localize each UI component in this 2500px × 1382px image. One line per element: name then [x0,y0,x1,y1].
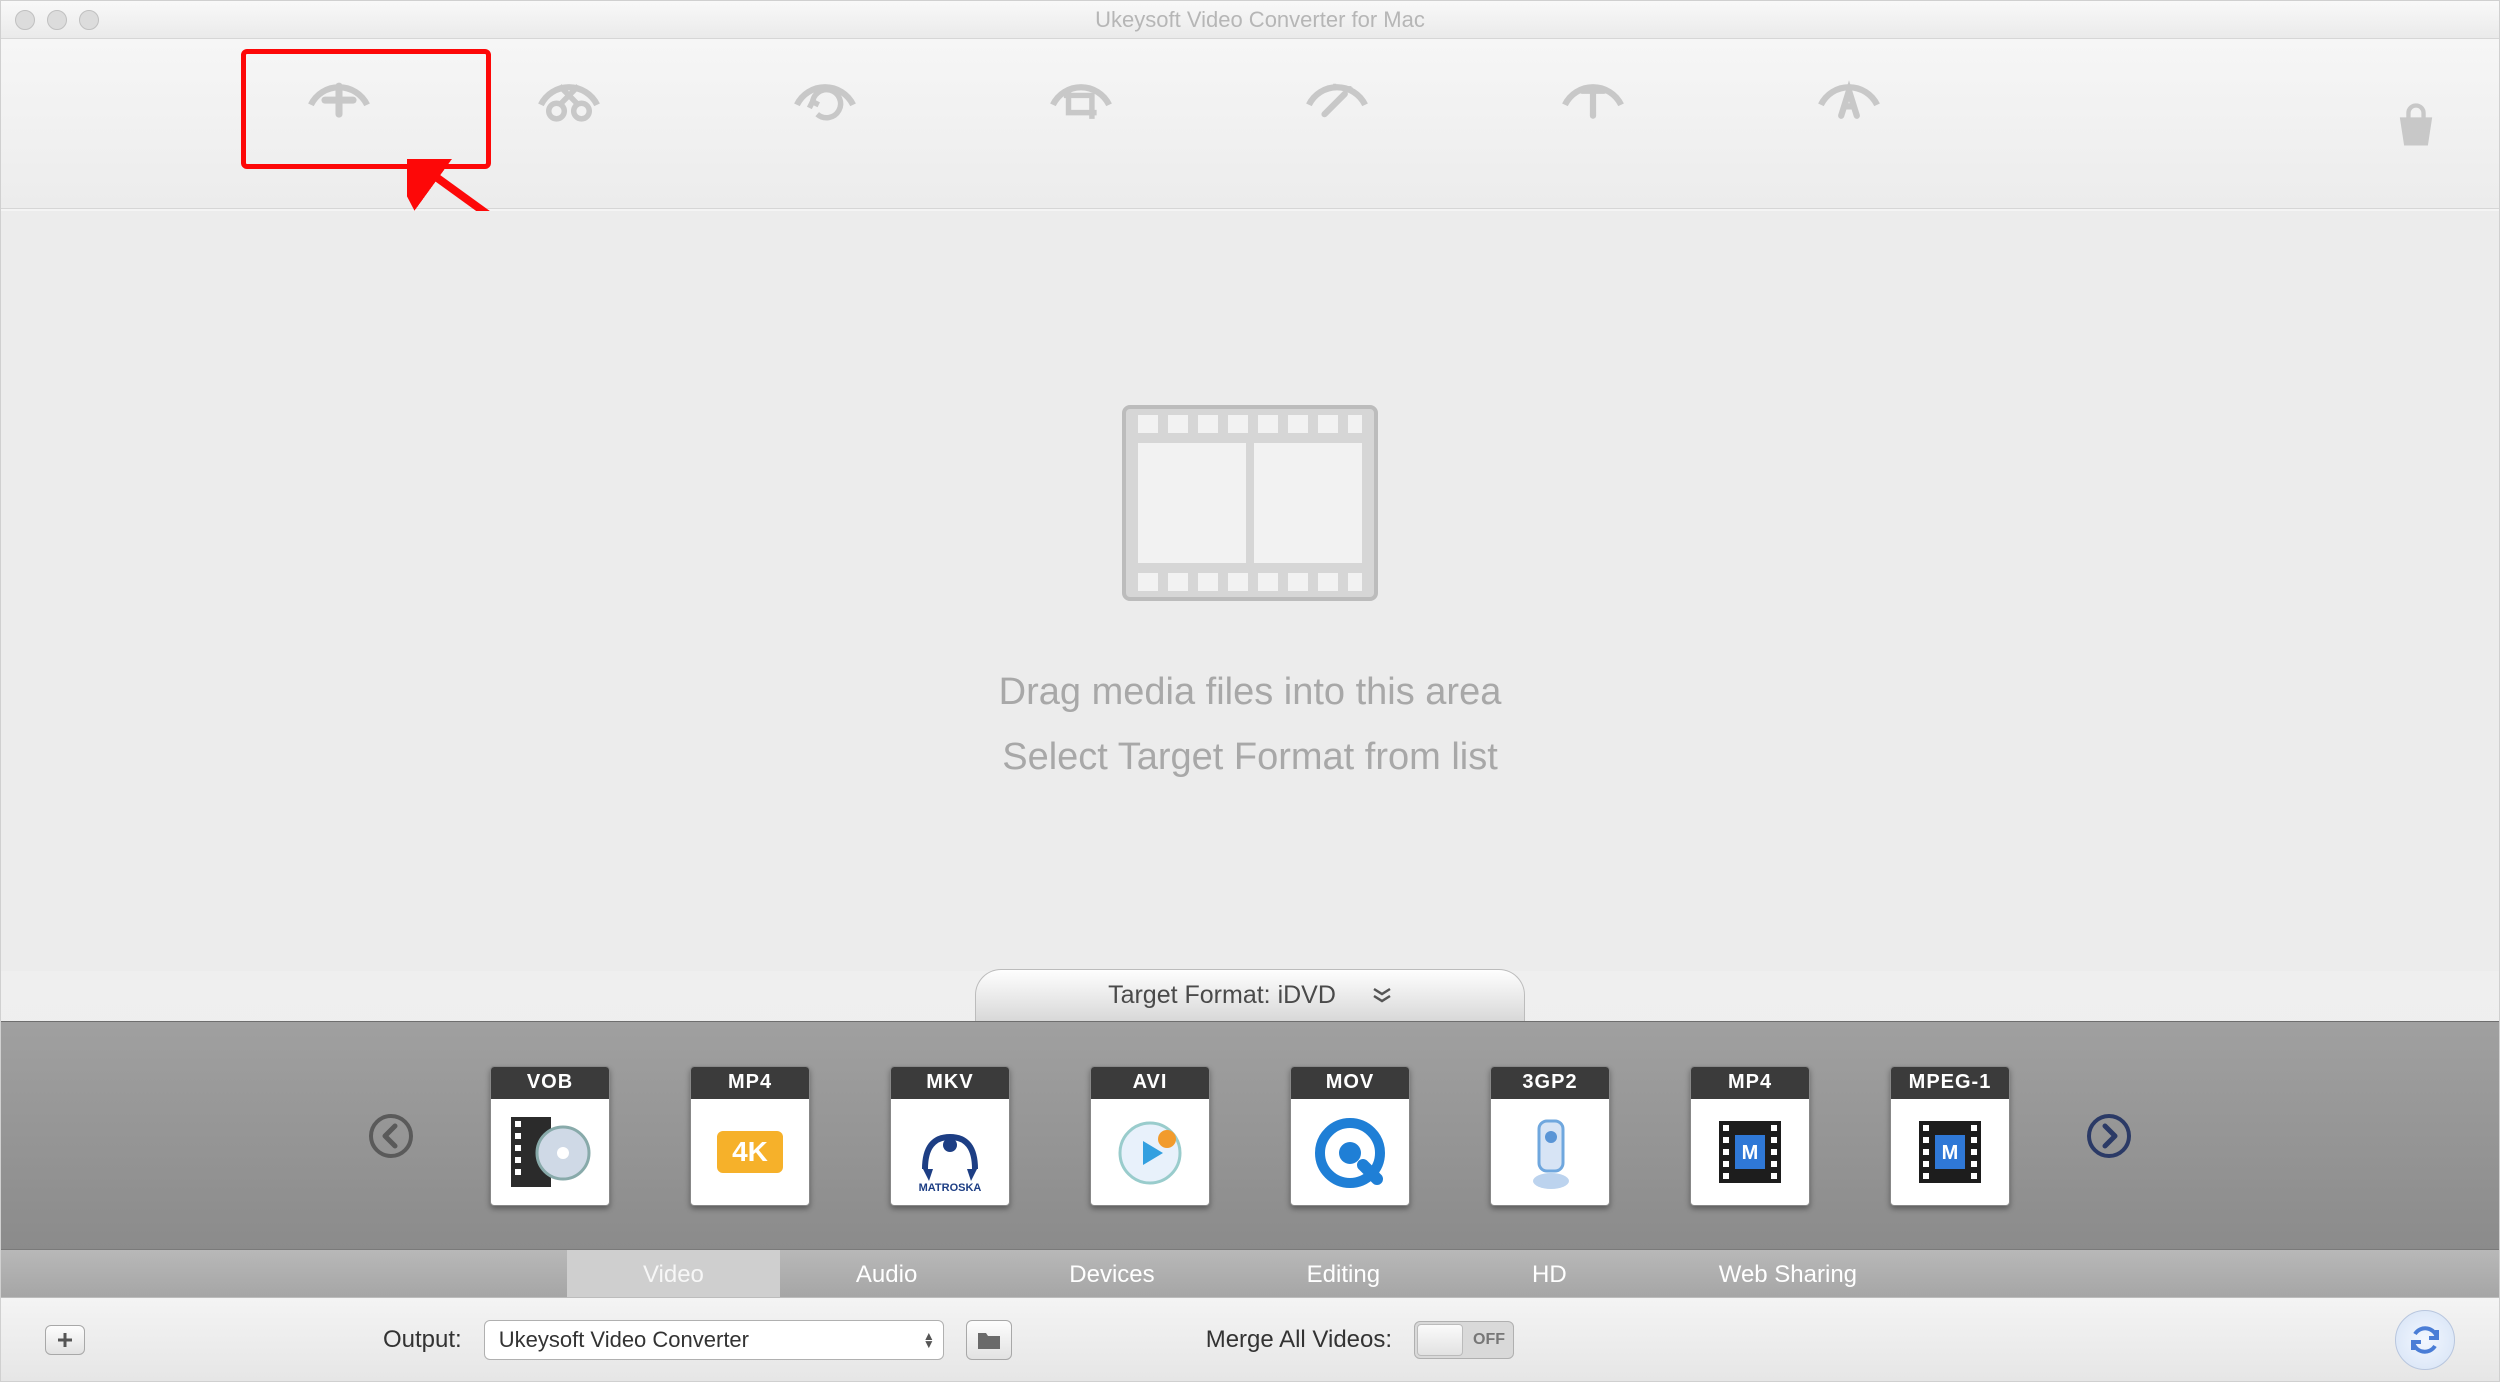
format-tile-mov[interactable]: MOV [1290,1066,1410,1206]
format-code-label: MOV [1291,1067,1409,1099]
drop-zone-line2: Select Target Format from list [1002,736,1498,779]
category-tab-video[interactable]: Video [567,1250,780,1299]
target-format-label: Target Format: iDVD [1108,981,1336,1010]
effects-button[interactable] [1297,57,1377,137]
trim-button[interactable] [529,57,609,137]
film-placeholder-icon [1120,403,1380,613]
add-file-button[interactable] [299,57,379,137]
close-window-button[interactable] [15,10,35,30]
convert-button[interactable] [2395,1310,2455,1370]
app-window: Ukeysoft Video Converter for Mac [0,0,2500,1382]
category-tab-devices[interactable]: Devices [993,1250,1230,1299]
category-tab-editing[interactable]: Editing [1231,1250,1456,1299]
window-traffic-lights [15,10,99,30]
output-folder-select[interactable]: Ukeysoft Video Converter ▲▼ [484,1320,944,1360]
format-tile-3gp2[interactable]: 3GP2 [1490,1066,1610,1206]
format-strip: VOB MP4 4K MKV MATROSKA AVI MOV 3GP2 MP4 M MPEG-1 M [1,1021,2499,1249]
window-title: Ukeysoft Video Converter for Mac [99,7,2421,33]
formats-prev-button[interactable] [365,1110,417,1162]
text-watermark-button[interactable] [1553,57,1633,137]
format-code-label: MP4 [1691,1067,1809,1099]
crop-button[interactable] [1041,57,1121,137]
bottom-bar: Output: Ukeysoft Video Converter ▲▼ Merg… [1,1297,2499,1381]
output-folder-value: Ukeysoft Video Converter [499,1327,749,1353]
target-format-tab[interactable]: Target Format: iDVD [975,969,1525,1021]
zoom-window-button[interactable] [79,10,99,30]
media-drop-zone[interactable]: Drag media files into this area Select T… [1,211,2499,971]
format-code-label: VOB [491,1067,609,1099]
format-thumb-icon: M [1691,1099,1809,1205]
format-thumb-icon [1291,1099,1409,1205]
chevron-down-icon [1372,981,1392,1010]
format-tile-avi[interactable]: AVI [1090,1066,1210,1206]
format-code-label: AVI [1091,1067,1209,1099]
subtitle-button[interactable] [1809,57,1889,137]
format-code-label: MPEG-1 [1891,1067,2009,1099]
format-thumb-icon [491,1099,609,1205]
format-tile-mpeg1[interactable]: MPEG-1 M [1890,1066,2010,1206]
format-code-label: MP4 [691,1067,809,1099]
add-output-button[interactable] [45,1325,85,1355]
svg-text:4K: 4K [732,1136,768,1167]
formats-next-button[interactable] [2083,1110,2135,1162]
format-thumb-icon: 4K [691,1099,809,1205]
shop-icon[interactable] [2389,99,2443,158]
rotate-button[interactable] [785,57,865,137]
open-output-folder-button[interactable] [966,1320,1012,1360]
format-tile-vob[interactable]: VOB [490,1066,610,1206]
format-thumb-icon: MATROSKA [891,1099,1009,1205]
category-tab-audio[interactable]: Audio [780,1250,993,1299]
merge-toggle-state: OFF [1473,1331,1505,1349]
format-code-label: 3GP2 [1491,1067,1609,1099]
category-tab-web-sharing[interactable]: Web Sharing [1643,1250,1933,1299]
format-code-label: MKV [891,1067,1009,1099]
format-thumb-icon: M [1891,1099,2009,1205]
svg-text:M: M [1742,1142,1759,1164]
output-label: Output: [383,1326,462,1354]
format-tile-mp4[interactable]: MP4 M [1690,1066,1810,1206]
format-tile-mp4[interactable]: MP4 4K [690,1066,810,1206]
titlebar: Ukeysoft Video Converter for Mac [1,1,2499,39]
format-tile-mkv[interactable]: MKV MATROSKA [890,1066,1010,1206]
minimize-window-button[interactable] [47,10,67,30]
merge-videos-toggle[interactable]: OFF [1414,1321,1514,1359]
merge-videos-label: Merge All Videos: [1206,1326,1392,1354]
svg-text:M: M [1942,1142,1959,1164]
drop-zone-line1: Drag media files into this area [999,671,1502,714]
main-toolbar [1,39,2499,209]
svg-text:MATROSKA: MATROSKA [919,1182,982,1194]
format-category-tabs: VideoAudioDevicesEditingHDWeb Sharing [1,1249,2499,1299]
category-tab-hd[interactable]: HD [1456,1250,1643,1299]
format-thumb-icon [1091,1099,1209,1205]
format-thumb-icon [1491,1099,1609,1205]
